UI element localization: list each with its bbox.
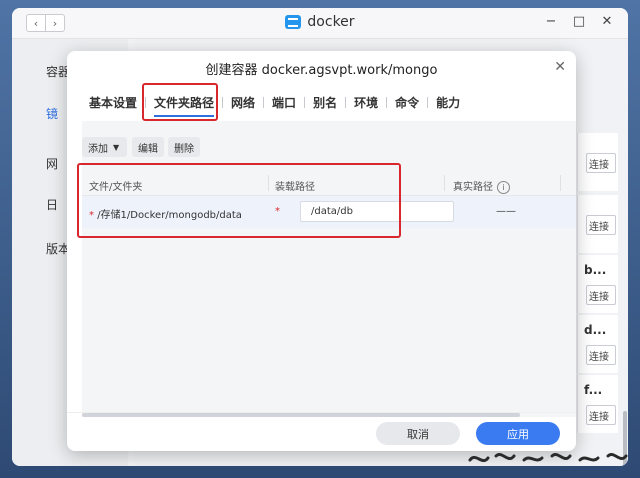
cancel-button[interactable]: 取消 <box>376 422 460 445</box>
background-connect-button[interactable]: 连接 <box>586 345 616 365</box>
background-connect-button[interactable]: 连接 <box>586 153 616 173</box>
background-card: d... 连接 <box>577 315 618 373</box>
background-card-title: b... <box>584 263 607 277</box>
tab-port[interactable]: 端口 <box>264 94 304 111</box>
app-title-text: docker <box>307 14 355 30</box>
column-header-real-path: 真实路径 i <box>453 178 510 194</box>
highlight-box-tab <box>142 83 218 121</box>
background-connect-button[interactable]: 连接 <box>586 405 616 425</box>
add-button-label: 添加 <box>88 143 108 155</box>
real-path-value: —— <box>496 206 516 217</box>
sidebar-item-images[interactable]: 镜 <box>46 105 58 122</box>
tab-capabilities[interactable]: 能力 <box>428 94 468 111</box>
window-close-button[interactable]: ✕ <box>600 14 614 29</box>
title-bar: ‹ › docker − □ ✕ <box>12 8 628 39</box>
maximize-button[interactable]: □ <box>572 14 586 29</box>
background-card: f... 连接 <box>577 375 618 433</box>
background-connect-button[interactable]: 连接 <box>586 285 616 305</box>
column-divider <box>560 175 561 191</box>
info-icon[interactable]: i <box>497 180 510 194</box>
dialog-tabs: 基本设置 文件夹路径 网络 端口 别名 环境 命令 能力 <box>81 94 468 117</box>
background-card-title: f... <box>584 383 603 397</box>
create-container-dialog: 创建容器 docker.agsvpt.work/mongo ✕ 基本设置 文件夹… <box>67 51 576 451</box>
tab-alias[interactable]: 别名 <box>305 94 345 111</box>
watermark-icon <box>468 453 628 463</box>
dialog-title: 创建容器 docker.agsvpt.work/mongo <box>205 63 438 78</box>
dialog-close-icon[interactable]: ✕ <box>554 59 566 75</box>
delete-button[interactable]: 删除 <box>168 137 200 157</box>
tab-command[interactable]: 命令 <box>387 94 427 111</box>
apply-button[interactable]: 应用 <box>476 422 560 445</box>
sidebar-item-log[interactable]: 日 <box>46 196 58 213</box>
chevron-down-icon: ▼ <box>113 142 120 152</box>
background-connect-button[interactable]: 连接 <box>586 215 616 235</box>
highlight-box-table <box>77 163 401 238</box>
tab-environment[interactable]: 环境 <box>346 94 386 111</box>
tab-network[interactable]: 网络 <box>223 94 263 111</box>
app-title: docker <box>12 14 628 30</box>
edit-button[interactable]: 编辑 <box>132 137 164 157</box>
background-card-title: d... <box>584 323 607 337</box>
window-controls: − □ ✕ <box>544 14 614 29</box>
background-card: b... 连接 <box>577 255 618 313</box>
column-divider <box>444 175 445 191</box>
tab-basic-settings[interactable]: 基本设置 <box>81 94 145 111</box>
background-card: 连接 <box>577 195 618 253</box>
background-card: 连接 <box>577 133 618 191</box>
real-path-label: 真实路径 <box>453 182 493 193</box>
docker-logo-icon <box>285 15 302 29</box>
sidebar-item-network[interactable]: 网 <box>46 155 58 172</box>
minimize-button[interactable]: − <box>544 14 558 29</box>
add-dropdown-button[interactable]: 添加 ▼ <box>82 137 127 157</box>
